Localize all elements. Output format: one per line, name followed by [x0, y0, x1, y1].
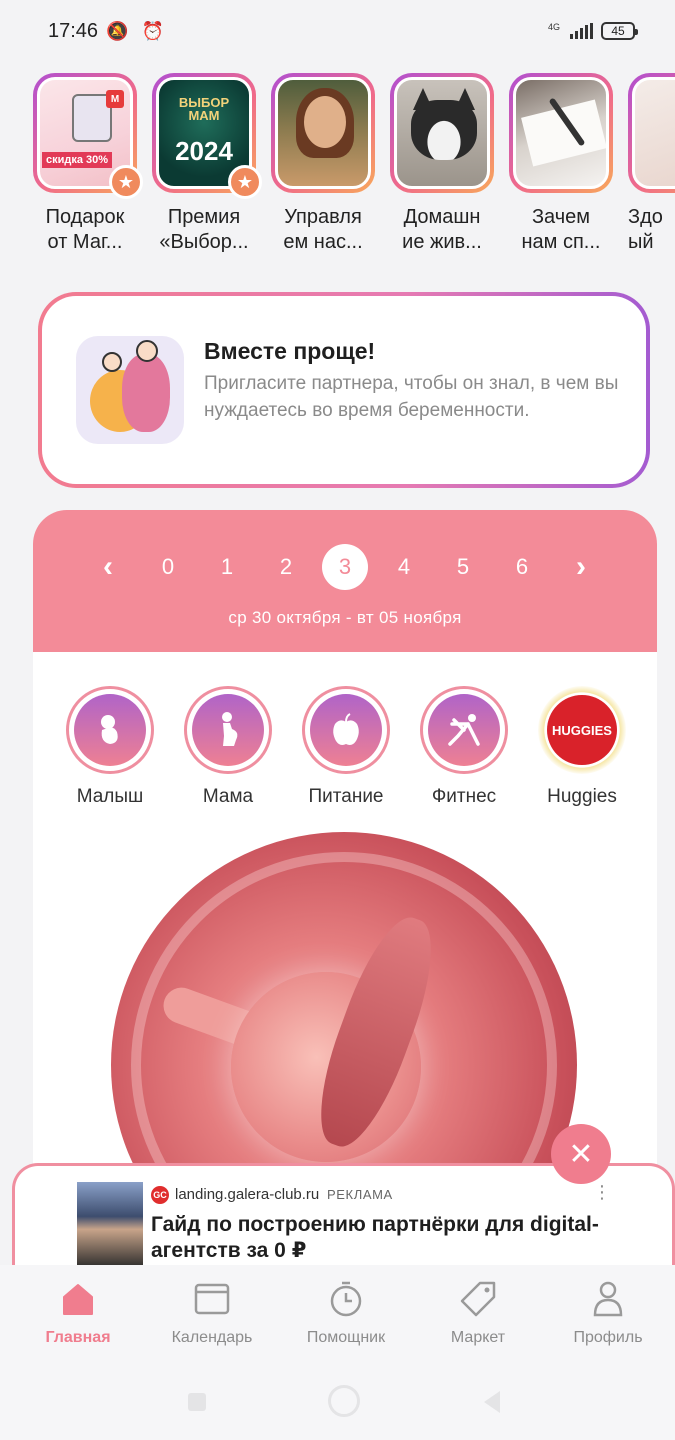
nav-label: Помощник — [306, 1329, 386, 1346]
week-number[interactable]: 1 — [204, 544, 250, 590]
magnit-logo: M — [106, 90, 124, 108]
story-item[interactable]: Домашн ие жив... — [390, 73, 494, 273]
category-fitness[interactable]: Фитнес — [405, 686, 523, 808]
story-item[interactable]: Здо ый — [628, 73, 675, 273]
invite-text: Пригласите партнера, чтобы он знал, в че… — [204, 373, 619, 421]
star-badge-icon: ★ — [228, 165, 262, 199]
apple-icon — [310, 694, 382, 766]
nav-label: Календарь — [171, 1329, 253, 1346]
pregnant-icon — [192, 694, 264, 766]
next-week-arrow-icon[interactable]: › — [566, 552, 596, 582]
network-type: 4G — [547, 22, 560, 32]
story-thumbnail — [275, 77, 371, 189]
story-ring — [271, 73, 375, 193]
notification-icons: 🔕 ⏰ — [106, 20, 168, 41]
close-ad-button[interactable]: ✕ — [551, 1124, 611, 1184]
ad-thumbnail — [77, 1182, 143, 1268]
profile-icon — [593, 1281, 623, 1317]
recents-icon[interactable] — [188, 1393, 206, 1411]
category-mom[interactable]: Мама — [169, 686, 287, 808]
stories-row[interactable]: M скидка 30% ★ Подарок от Маг... ВЫБОР МАМ… — [33, 73, 675, 273]
huggies-logo: HUGGIES — [547, 695, 617, 765]
category-label: Питание — [308, 786, 384, 807]
baby-icon — [74, 694, 146, 766]
story-item[interactable]: ВЫБОР МАМ 2024 ★ Премия «Выбор... — [152, 73, 262, 273]
status-right: 4G 45 — [547, 22, 638, 40]
husky-photo — [411, 100, 477, 160]
week-number[interactable]: 2 — [263, 544, 309, 590]
story-ring: ВЫБОР МАМ 2024 ★ — [152, 73, 262, 199]
ad-title[interactable]: Гайд по построению партнёрки для digital… — [151, 1212, 621, 1264]
story-thumbnail — [394, 77, 490, 189]
battery-icon: 45 — [601, 22, 638, 40]
story-label: Зачем нам сп... — [521, 206, 601, 253]
nav-profile[interactable]: Профиль — [542, 1279, 674, 1347]
fitness-icon — [428, 694, 500, 766]
week-number[interactable]: 4 — [381, 544, 427, 590]
bottom-navigation: Главная Календарь Помощник Маркет Профил… — [0, 1265, 675, 1365]
nav-market[interactable]: Маркет — [412, 1279, 544, 1347]
story-item[interactable]: M скидка 30% ★ Подарок от Маг... — [33, 73, 143, 273]
story-label: Здо ый — [628, 206, 663, 253]
week-number-active[interactable]: 3 — [322, 544, 368, 590]
category-label: Фитнес — [431, 786, 497, 807]
category-label: Мама — [202, 786, 254, 807]
ad-label: РЕКЛАМА — [327, 1187, 393, 1202]
home-circle-icon[interactable] — [328, 1385, 360, 1417]
week-number[interactable]: 5 — [440, 544, 486, 590]
story-thumbnail — [632, 77, 675, 189]
home-icon — [63, 1284, 93, 1315]
week-number[interactable]: 6 — [499, 544, 545, 590]
nav-label: Маркет — [450, 1329, 506, 1346]
signal-icon — [570, 23, 593, 39]
back-icon[interactable] — [484, 1391, 500, 1413]
week-selector: ‹ 0 1 2 3 4 5 6 › — [33, 544, 657, 592]
invite-title: Вместе проще! — [204, 338, 376, 364]
category-nutrition[interactable]: Питание — [287, 686, 405, 808]
category-label: Huggies — [547, 786, 617, 807]
category-baby[interactable]: Малыш — [51, 686, 169, 808]
week-date-range: ср 30 октября - вт 05 ноября — [228, 608, 462, 627]
tag-icon — [460, 1281, 496, 1317]
calendar-icon — [194, 1283, 230, 1315]
story-label: Управля ем нас... — [283, 206, 363, 253]
story-ring — [628, 73, 675, 193]
nav-label: Главная — [45, 1329, 111, 1346]
category-row: Малыш Мама Питание Фитнес HUGGIES Huggie… — [33, 686, 657, 816]
writing-photo — [521, 99, 606, 167]
status-time: 17:46 — [48, 19, 99, 42]
story-item[interactable]: Зачем нам сп... — [509, 73, 613, 273]
nav-assistant[interactable]: Помощник — [280, 1279, 412, 1347]
award-emblem: ВЫБОР МАМ — [178, 95, 230, 123]
story-ring — [390, 73, 494, 193]
week-header: ‹ 0 1 2 3 4 5 6 › ср 30 октября - вт 05 … — [33, 510, 657, 652]
prev-week-arrow-icon[interactable]: ‹ — [93, 552, 123, 582]
week-number[interactable]: 0 — [145, 544, 191, 590]
ad-domain[interactable]: landing.galera-club.ru — [175, 1186, 319, 1203]
story-label: Домашн ие жив... — [402, 206, 482, 253]
category-huggies[interactable]: HUGGIES Huggies — [523, 686, 641, 808]
nav-home[interactable]: Главная — [12, 1279, 144, 1347]
star-badge-icon: ★ — [109, 165, 143, 199]
nav-calendar[interactable]: Календарь — [146, 1279, 278, 1347]
nav-label: Профиль — [573, 1329, 643, 1346]
sale-label: скидка 30% — [42, 152, 113, 168]
couple-illustration-icon — [76, 336, 184, 444]
story-item[interactable]: Управля ем нас... — [271, 73, 375, 273]
status-bar: 17:46 🔕 ⏰ 4G 45 — [0, 0, 675, 62]
more-options-icon[interactable]: ⋮ — [593, 1182, 611, 1203]
award-year: 2024 — [175, 136, 233, 166]
story-label: Премия «Выбор... — [159, 206, 249, 253]
story-label: Подарок от Маг... — [45, 206, 125, 253]
timer-icon — [330, 1281, 362, 1317]
gc-logo-icon: GC — [151, 1186, 169, 1204]
invite-partner-card[interactable]: Вместе проще! Пригласите партнера, чтобы… — [38, 292, 650, 488]
system-navigation — [0, 1365, 675, 1440]
story-thumbnail — [513, 77, 609, 189]
category-label: Малыш — [76, 786, 144, 807]
story-ring — [509, 73, 613, 193]
story-ring: M скидка 30% ★ — [33, 73, 143, 199]
